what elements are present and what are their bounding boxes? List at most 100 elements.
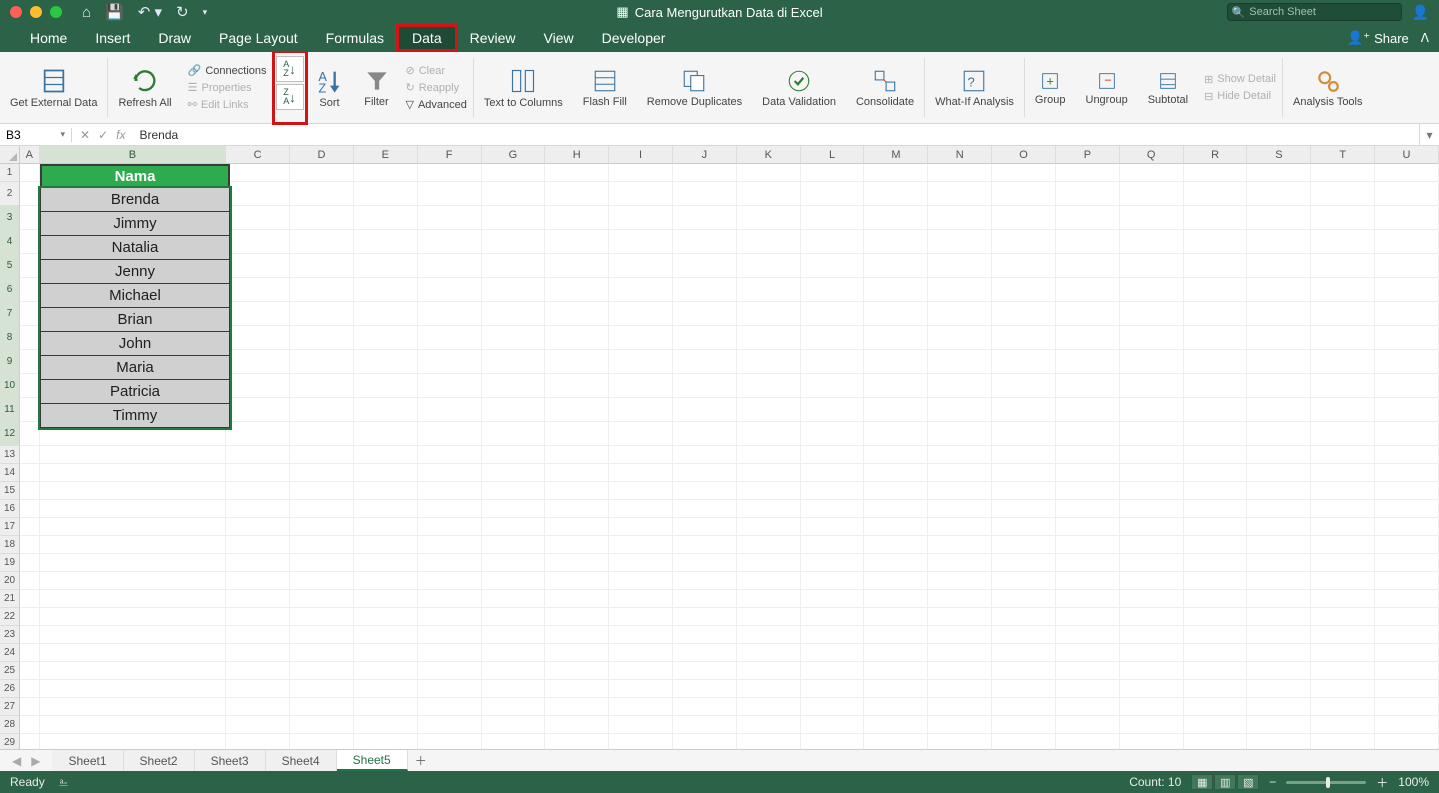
column-header-G[interactable]: G xyxy=(482,146,546,164)
table-header[interactable]: Nama xyxy=(40,164,230,188)
prev-sheet-icon[interactable]: ◀ xyxy=(12,754,21,768)
row-header-12[interactable]: 12 xyxy=(0,422,20,446)
text-to-columns-button[interactable]: Text to Columns xyxy=(474,52,573,123)
tab-developer[interactable]: Developer xyxy=(588,26,680,50)
row-header-23[interactable]: 23 xyxy=(0,626,20,644)
advanced-filter-button[interactable]: ▽Advanced xyxy=(406,98,467,111)
cancel-formula-icon[interactable]: ✕ xyxy=(80,128,90,142)
row-header-25[interactable]: 25 xyxy=(0,662,20,680)
page-break-view-button[interactable]: ▧ xyxy=(1237,774,1259,790)
row-header-4[interactable]: 4 xyxy=(0,230,20,254)
add-sheet-button[interactable]: ＋ xyxy=(408,752,434,769)
row-header-20[interactable]: 20 xyxy=(0,572,20,590)
column-header-E[interactable]: E xyxy=(354,146,418,164)
column-header-N[interactable]: N xyxy=(928,146,992,164)
column-header-U[interactable]: U xyxy=(1375,146,1439,164)
row-header-15[interactable]: 15 xyxy=(0,482,20,500)
column-header-F[interactable]: F xyxy=(418,146,482,164)
ungroup-button[interactable]: − Ungroup xyxy=(1076,52,1138,123)
row-header-10[interactable]: 10 xyxy=(0,374,20,398)
column-header-M[interactable]: M xyxy=(864,146,928,164)
row-header-28[interactable]: 28 xyxy=(0,716,20,734)
sheet-tab-sheet4[interactable]: Sheet4 xyxy=(266,750,337,771)
table-row[interactable]: John xyxy=(40,332,230,356)
close-window-icon[interactable] xyxy=(10,6,22,18)
column-header-B[interactable]: B xyxy=(40,146,227,164)
sheet-tab-sheet3[interactable]: Sheet3 xyxy=(195,750,266,771)
row-header-26[interactable]: 26 xyxy=(0,680,20,698)
sort-ascending-button[interactable]: AZ↓ xyxy=(276,56,304,82)
tab-data[interactable]: Data xyxy=(398,26,456,50)
row-header-18[interactable]: 18 xyxy=(0,536,20,554)
column-header-I[interactable]: I xyxy=(609,146,673,164)
search-input[interactable]: 🔍 Search Sheet xyxy=(1227,3,1402,21)
flash-fill-button[interactable]: Flash Fill xyxy=(573,52,637,123)
tab-home[interactable]: Home xyxy=(16,26,81,50)
table-row[interactable]: Michael xyxy=(40,284,230,308)
row-header-19[interactable]: 19 xyxy=(0,554,20,572)
row-header-14[interactable]: 14 xyxy=(0,464,20,482)
normal-view-button[interactable]: ▦ xyxy=(1191,774,1213,790)
row-header-11[interactable]: 11 xyxy=(0,398,20,422)
maximize-window-icon[interactable] xyxy=(50,6,62,18)
enter-formula-icon[interactable]: ✓ xyxy=(98,128,108,142)
column-header-L[interactable]: L xyxy=(801,146,865,164)
sort-button[interactable]: AZ Sort xyxy=(306,52,354,123)
tab-insert[interactable]: Insert xyxy=(81,26,144,50)
row-header-13[interactable]: 13 xyxy=(0,446,20,464)
row-header-2[interactable]: 2 xyxy=(0,182,20,206)
table-row[interactable]: Natalia xyxy=(40,236,230,260)
column-header-A[interactable]: A xyxy=(20,146,40,164)
zoom-slider[interactable] xyxy=(1286,781,1366,784)
tab-draw[interactable]: Draw xyxy=(144,26,205,50)
row-header-1[interactable]: 1 xyxy=(0,164,20,182)
what-if-button[interactable]: ? What-If Analysis xyxy=(925,52,1024,123)
row-header-5[interactable]: 5 xyxy=(0,254,20,278)
spreadsheet-grid[interactable]: ABCDEFGHIJKLMNOPQRSTU 123456789101112131… xyxy=(0,146,1439,749)
sort-descending-button[interactable]: ZA↓ xyxy=(276,84,304,110)
table-row[interactable]: Brian xyxy=(40,308,230,332)
fx-icon[interactable]: fx xyxy=(116,128,125,142)
column-header-R[interactable]: R xyxy=(1184,146,1248,164)
row-header-29[interactable]: 29 xyxy=(0,734,20,749)
table-row[interactable]: Timmy xyxy=(40,404,230,428)
table-row[interactable]: Brenda xyxy=(40,188,230,212)
column-header-J[interactable]: J xyxy=(673,146,737,164)
row-header-21[interactable]: 21 xyxy=(0,590,20,608)
row-header-22[interactable]: 22 xyxy=(0,608,20,626)
collapse-ribbon-icon[interactable]: ᐱ xyxy=(1421,31,1429,45)
table-row[interactable]: Jimmy xyxy=(40,212,230,236)
share-button[interactable]: 👤⁺ Share xyxy=(1347,30,1409,46)
table-row[interactable]: Maria xyxy=(40,356,230,380)
formula-input[interactable]: Brenda xyxy=(133,128,1419,142)
select-all-corner[interactable] xyxy=(0,146,20,164)
consolidate-button[interactable]: Consolidate xyxy=(846,52,924,123)
next-sheet-icon[interactable]: ▶ xyxy=(31,754,40,768)
redo-icon[interactable]: ↻ xyxy=(176,3,189,21)
column-header-S[interactable]: S xyxy=(1247,146,1311,164)
filter-button[interactable]: Filter xyxy=(354,52,400,123)
tab-view[interactable]: View xyxy=(530,26,588,50)
column-headers[interactable]: ABCDEFGHIJKLMNOPQRSTU xyxy=(20,146,1439,164)
minimize-window-icon[interactable] xyxy=(30,6,42,18)
expand-formula-icon[interactable]: ▾ xyxy=(1419,124,1439,145)
page-layout-view-button[interactable]: ▥ xyxy=(1214,774,1236,790)
row-header-3[interactable]: 3 xyxy=(0,206,20,230)
analysis-tools-button[interactable]: Analysis Tools xyxy=(1283,52,1373,123)
column-header-T[interactable]: T xyxy=(1311,146,1375,164)
user-account-icon[interactable]: 👤 xyxy=(1412,4,1429,21)
namebox-dropdown-icon[interactable]: ▾ xyxy=(60,129,65,140)
tab-review[interactable]: Review xyxy=(456,26,530,50)
column-header-H[interactable]: H xyxy=(545,146,609,164)
cell-grid[interactable] xyxy=(20,164,1439,749)
home-icon[interactable]: ⌂ xyxy=(82,4,91,21)
column-header-K[interactable]: K xyxy=(737,146,801,164)
column-header-O[interactable]: O xyxy=(992,146,1056,164)
save-icon[interactable]: 💾 xyxy=(105,3,124,21)
column-header-D[interactable]: D xyxy=(290,146,354,164)
row-header-27[interactable]: 27 xyxy=(0,698,20,716)
row-header-8[interactable]: 8 xyxy=(0,326,20,350)
tab-page-layout[interactable]: Page Layout xyxy=(205,26,312,50)
column-header-P[interactable]: P xyxy=(1056,146,1120,164)
zoom-in-button[interactable]: ＋ xyxy=(1376,774,1388,791)
